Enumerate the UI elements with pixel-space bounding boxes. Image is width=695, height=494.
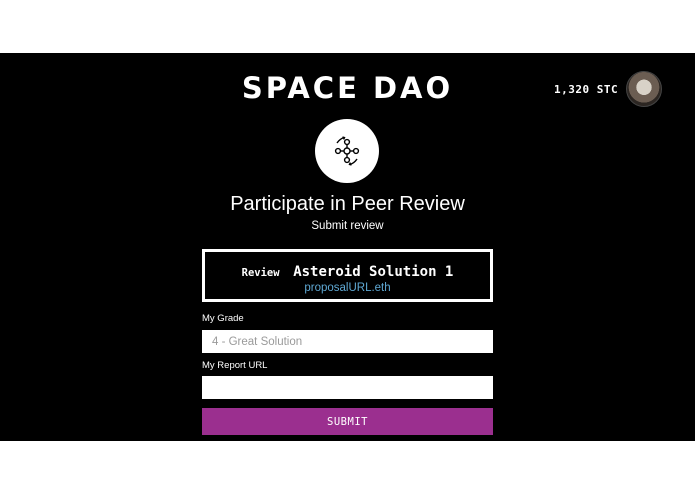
proposal-link[interactable]: proposalURL.eth — [205, 282, 490, 294]
network-cycle-icon — [315, 119, 379, 183]
avatar[interactable] — [626, 71, 662, 107]
submit-button[interactable]: SUBMIT — [202, 408, 493, 435]
review-heading: Review Asteroid Solution 1 — [205, 261, 490, 280]
report-url-label: My Report URL — [202, 360, 268, 371]
token-balance: 1,320 STC — [554, 83, 619, 96]
grade-label: My Grade — [202, 313, 244, 324]
review-solution-name: Asteroid Solution 1 — [293, 264, 454, 280]
app-frame: SPACE DAO 1,320 STC Participate in Peer … — [0, 53, 695, 441]
page-subtitle: Submit review — [311, 220, 384, 232]
review-label: Review — [241, 267, 280, 279]
grade-input[interactable] — [202, 330, 493, 353]
review-card: Review Asteroid Solution 1 proposalURL.e… — [202, 249, 493, 302]
page-title: Participate in Peer Review — [230, 193, 465, 215]
report-url-input[interactable] — [202, 376, 493, 399]
